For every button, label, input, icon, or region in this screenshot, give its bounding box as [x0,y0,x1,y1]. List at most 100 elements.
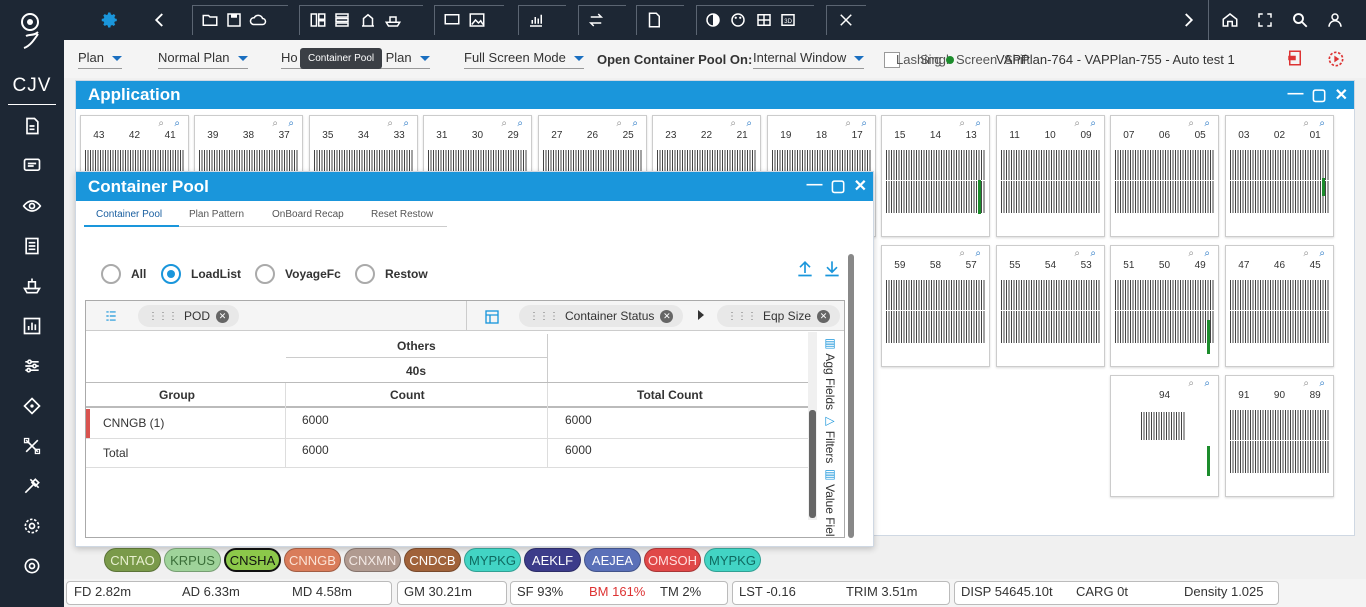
open-folder-icon[interactable] [198,8,222,32]
zoom-out-icon[interactable]: ⌕ [1188,248,1194,259]
screen-mode-dropdown[interactable]: Full Screen Mode [464,50,584,69]
diamond-nav-icon[interactable] [22,396,42,416]
play-settings-icon[interactable] [1326,49,1346,69]
radio-restow[interactable]: Restow [355,264,428,284]
image-icon[interactable] [465,8,489,32]
document-icon[interactable] [642,8,666,32]
zoom-out-icon[interactable]: ⌕ [959,118,965,129]
zoom-in-icon[interactable]: ⌕ [1319,248,1325,259]
bar-chart-icon[interactable] [524,8,548,32]
zoom-out-icon[interactable]: ⌕ [501,118,507,129]
port-legend-item[interactable]: CNNGB [284,548,341,572]
pdf-icon[interactable] [1286,49,1304,67]
zoom-in-icon[interactable]: ⌕ [632,118,638,129]
zoom-in-icon[interactable]: ⌕ [975,248,981,259]
download-icon[interactable] [822,258,842,278]
minimize-icon[interactable]: — [806,176,822,196]
tab-plan-pattern[interactable]: Plan Pattern [189,209,244,220]
layout-split-icon[interactable] [306,8,330,32]
eye-nav-icon[interactable] [22,196,42,216]
close-icon[interactable]: ✕ [1335,85,1348,105]
zoom-in-icon[interactable]: ⌕ [1319,378,1325,389]
document-nav-icon[interactable] [22,116,42,136]
radio-all[interactable]: All [101,264,146,284]
zoom-in-icon[interactable]: ⌕ [1204,378,1210,389]
settings-gear-icon[interactable] [98,8,122,32]
zoom-in-icon[interactable]: ⌕ [861,118,867,129]
port-legend-item[interactable]: MYPKG [704,548,761,572]
tab-container-pool[interactable]: Container Pool [96,209,162,220]
ship-icon[interactable] [381,8,405,32]
port-legend-item[interactable]: CNXMN [344,548,401,572]
radio-loadlist[interactable]: LoadList [161,264,241,284]
grid-icon[interactable] [752,8,776,32]
search-icon[interactable] [1288,8,1312,32]
port-legend-item[interactable]: CNDCB [404,548,461,572]
swap-icon[interactable] [584,8,608,32]
zoom-in-icon[interactable]: ⌕ [403,118,409,129]
port-legend-item[interactable]: OMSOH [644,548,701,572]
zoom-in-icon[interactable]: ⌕ [517,118,523,129]
3d-view-icon[interactable]: 3D [776,8,800,32]
bay-tile[interactable]: ⌕ ⌕ 03 02 01 [1225,115,1334,237]
bay-tile[interactable]: ⌕ ⌕ 15 14 13 [881,115,990,237]
port-legend-item[interactable]: AEKLF [524,548,581,572]
ship-nav-icon[interactable] [22,276,42,296]
port-legend-item[interactable]: AEJEA [584,548,641,572]
maximize-icon[interactable]: ▢ [1311,85,1326,105]
maximize-icon[interactable]: ▢ [830,176,845,196]
crane-icon[interactable] [356,8,380,32]
contrast-icon[interactable] [701,8,725,32]
back-chevron-icon[interactable] [148,8,172,32]
tab-reset-restow[interactable]: Reset Restow [371,209,433,220]
bay-tile[interactable]: ⌕ ⌕ 91 90 89 [1225,375,1334,497]
fullscreen-icon[interactable] [1253,8,1277,32]
zoom-in-icon[interactable]: ⌕ [746,118,752,129]
open-pool-dropdown[interactable]: Internal Window [753,50,865,69]
disconnect-nav-icon[interactable] [22,436,42,456]
close-icon[interactable]: ✕ [854,176,867,196]
bay-tile[interactable]: ⌕ ⌕ 51 50 49 [1110,245,1219,367]
zoom-in-icon[interactable]: ⌕ [1090,248,1096,259]
settings-nav-icon[interactable] [22,516,42,536]
minimize-icon[interactable]: — [1287,85,1303,105]
zoom-out-icon[interactable]: ⌕ [387,118,393,129]
sliders-nav-icon[interactable] [22,356,42,376]
zoom-in-icon[interactable]: ⌕ [1204,248,1210,259]
chip-remove-icon[interactable]: ✕ [660,309,674,323]
port-legend-item[interactable]: CNTAO [104,548,161,572]
bay-tile[interactable]: ⌕ ⌕ 94 [1110,375,1219,497]
zoom-out-icon[interactable]: ⌕ [1074,248,1080,259]
bay-tile[interactable]: ⌕ ⌕ 59 58 57 [881,245,990,367]
plan-type-dropdown[interactable]: Normal Plan [158,50,248,69]
zoom-out-icon[interactable]: ⌕ [1303,118,1309,129]
monitor-icon[interactable] [440,8,464,32]
zoom-in-icon[interactable]: ⌕ [1090,118,1096,129]
chart-nav-icon[interactable] [22,316,42,336]
checklist-nav-icon[interactable] [22,236,42,256]
bay-tile[interactable]: ⌕ ⌕ 55 54 53 [996,245,1105,367]
help-nav-icon[interactable] [22,556,42,576]
row-group-cnngb[interactable]: CNNGB (1) [103,416,164,430]
radio-voyagefc[interactable]: VoyageFc [255,264,341,284]
column-fields-icon[interactable] [484,309,500,325]
upload-icon[interactable] [795,258,815,278]
app-logo[interactable] [0,0,64,65]
message-nav-icon[interactable] [22,156,42,176]
bay-tile[interactable]: ⌕ ⌕ 47 46 45 [1225,245,1334,367]
tools-nav-icon[interactable] [22,476,42,496]
zoom-in-icon[interactable]: ⌕ [1204,118,1210,129]
forward-chevron-icon[interactable] [1176,8,1200,32]
zoom-out-icon[interactable]: ⌕ [730,118,736,129]
zoom-out-icon[interactable]: ⌕ [1188,378,1194,389]
zoom-out-icon[interactable]: ⌕ [272,118,278,129]
side-labels[interactable]: ▤ Agg Fields ▷ Filters ▤ Value Fiel [823,336,837,537]
plan-dropdown[interactable]: Plan [78,50,123,69]
grid-scrollbar-thumb[interactable] [809,410,816,518]
col-chip-eqp-size[interactable]: ⋮⋮⋮ Eqp Size ✕ [717,305,841,327]
zoom-out-icon[interactable]: ⌕ [1303,248,1309,259]
row-fields-icon[interactable] [104,309,118,323]
col-chip-container-status[interactable]: ⋮⋮⋮ Container Status ✕ [519,305,684,327]
chip-remove-icon[interactable]: ✕ [216,309,230,323]
disconnect-icon[interactable] [834,8,858,32]
